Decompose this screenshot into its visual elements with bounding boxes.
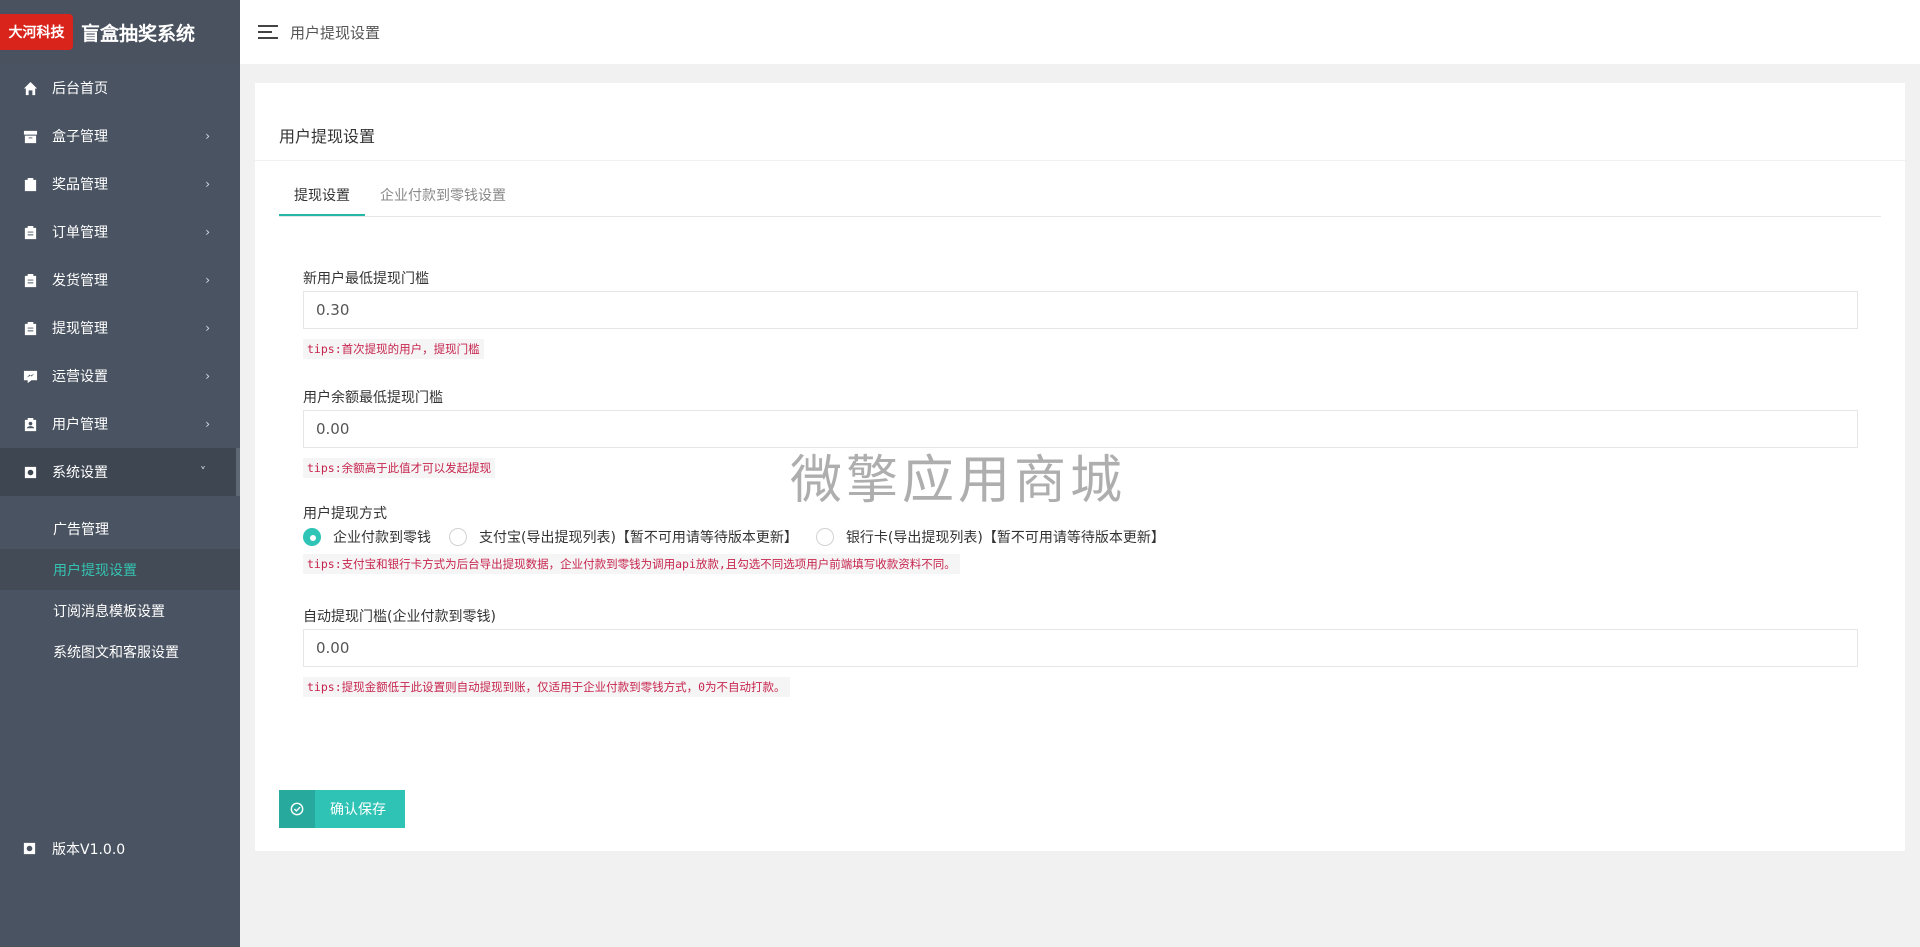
gear-icon	[22, 464, 38, 480]
gift-icon	[22, 176, 38, 192]
chevron-right-icon: ›	[205, 417, 210, 431]
submenu-item-withdraw-settings[interactable]: 用户提现设置	[0, 549, 240, 590]
version-label: 版本V1.0.0	[52, 842, 126, 858]
clipboard-icon	[22, 272, 38, 288]
sidebar-item-label: 订单管理	[52, 225, 108, 241]
sidebar-item-label: 发货管理	[52, 273, 108, 289]
sidebar-item-shipping[interactable]: 发货管理 ›	[0, 256, 240, 304]
radio-label: 支付宝(导出提现列表)【暂不可用请等待版本更新】	[479, 530, 798, 546]
submenu-item-subscribe-template[interactable]: 订阅消息模板设置	[0, 590, 240, 631]
sidebar-item-withdraw[interactable]: 提现管理 ›	[0, 304, 240, 352]
field-label: 自动提现门槛(企业付款到零钱)	[303, 609, 496, 625]
sidebar-submenu: 广告管理 用户提现设置 订阅消息模板设置 系统图文和客服设置	[0, 496, 240, 672]
sidebar-item-prize[interactable]: 奖品管理 ›	[0, 160, 240, 208]
radio-alipay[interactable]: 支付宝(导出提现列表)【暂不可用请等待版本更新】	[449, 527, 798, 547]
sidebar-item-label: 提现管理	[52, 321, 108, 337]
gear-icon	[22, 841, 38, 857]
radio-label: 企业付款到零钱	[333, 530, 431, 546]
sidebar-item-label: 后台首页	[52, 81, 108, 97]
sidebar-item-home[interactable]: 后台首页	[0, 64, 240, 112]
auto-threshold-input[interactable]: 0.00	[303, 629, 1858, 667]
tab-bar: 提现设置 企业付款到零钱设置	[279, 177, 1881, 217]
brand-title: 盲盒抽奖系统	[81, 22, 196, 45]
tab-withdraw-settings[interactable]: 提现设置	[279, 177, 365, 216]
chevron-right-icon: ›	[205, 369, 210, 383]
card-title: 用户提现设置	[255, 83, 1905, 161]
radio-enterprise[interactable]: 企业付款到零钱	[303, 527, 431, 547]
tab-enterprise-payment[interactable]: 企业付款到零钱设置	[365, 177, 521, 216]
chevron-right-icon: ›	[205, 129, 210, 143]
home-icon	[22, 80, 38, 96]
field-min-new-user: 新用户最低提现门槛 0.30 tips:首次提现的用户，提现门槛	[303, 269, 1858, 359]
radio-bankcard[interactable]: 银行卡(导出提现列表)【暂不可用请等待版本更新】	[815, 527, 1165, 547]
sidebar: 大河科技 盲盒抽奖系统 后台首页 盒子管理 › 奖品管理 › 订单管理 › 发货…	[0, 0, 240, 947]
chevron-right-icon: ›	[205, 321, 210, 335]
radio-dot	[815, 528, 834, 546]
tip-text: tips:支付宝和银行卡方式为后台导出提现数据，企业付款到零钱为调用api放款,…	[303, 554, 960, 574]
field-auto-threshold: 自动提现门槛(企业付款到零钱) 0.00 tips:提现金额低于此设置则自动提现…	[303, 607, 1858, 697]
user-badge-icon	[22, 416, 38, 432]
check-circle-icon	[279, 790, 315, 828]
top-header: 用户提现设置	[240, 0, 1920, 64]
field-label: 用户余额最低提现门槛	[303, 390, 443, 406]
radio-dot	[303, 528, 321, 546]
min-new-user-input[interactable]: 0.30	[303, 291, 1858, 329]
tip-text: tips:首次提现的用户，提现门槛	[303, 339, 484, 359]
save-button[interactable]: 确认保存	[279, 790, 405, 828]
archive-icon	[22, 128, 38, 144]
chart-icon	[22, 368, 38, 384]
clipboard-icon	[22, 320, 38, 336]
tip-text: tips:余额高于此值才可以发起提现	[303, 458, 496, 478]
sidebar-item-label: 用户管理	[52, 417, 108, 433]
brand: 大河科技 盲盒抽奖系统	[0, 0, 240, 64]
chevron-right-icon: ›	[205, 273, 210, 287]
clipboard-icon	[22, 224, 38, 240]
sidebar-item-label: 运营设置	[52, 369, 108, 385]
version-info: 版本V1.0.0	[0, 829, 240, 869]
submenu-item-content-service[interactable]: 系统图文和客服设置	[0, 631, 240, 672]
sidebar-item-system[interactable]: 系统设置 ˅	[0, 448, 240, 496]
field-withdraw-method: 用户提现方式 企业付款到零钱 支付宝(导出提现列表)【暂不可用请等待版本更新】 …	[303, 504, 1858, 574]
menu-toggle-icon[interactable]	[258, 25, 278, 39]
radio-label: 银行卡(导出提现列表)【暂不可用请等待版本更新】	[845, 530, 1165, 546]
sidebar-item-label: 奖品管理	[52, 177, 108, 193]
save-button-label: 确认保存	[330, 802, 386, 818]
submenu-item-ads[interactable]: 广告管理	[0, 508, 240, 549]
sidebar-item-box[interactable]: 盒子管理 ›	[0, 112, 240, 160]
sidebar-item-order[interactable]: 订单管理 ›	[0, 208, 240, 256]
radio-dot	[449, 528, 467, 546]
sidebar-item-operations[interactable]: 运营设置 ›	[0, 352, 240, 400]
sidebar-item-label: 盒子管理	[52, 129, 108, 145]
chevron-down-icon: ˅	[200, 465, 206, 479]
sidebar-item-label: 系统设置	[52, 465, 108, 481]
tip-text: tips:提现金额低于此设置则自动提现到账，仅适用于企业付款到零钱方式，0为不自…	[303, 677, 790, 697]
page-title: 用户提现设置	[290, 23, 381, 42]
watermark: 微擎应用商城	[790, 451, 1127, 511]
chevron-right-icon: ›	[205, 177, 210, 191]
brand-logo: 大河科技	[0, 14, 73, 50]
sidebar-item-users[interactable]: 用户管理 ›	[0, 400, 240, 448]
method-radio-group: 企业付款到零钱 支付宝(导出提现列表)【暂不可用请等待版本更新】 银行卡(导出提…	[303, 526, 1858, 548]
sidebar-menu: 后台首页 盒子管理 › 奖品管理 › 订单管理 › 发货管理 › 提现管理 ›	[0, 64, 240, 496]
chevron-right-icon: ›	[205, 225, 210, 239]
field-label: 新用户最低提现门槛	[303, 271, 429, 287]
